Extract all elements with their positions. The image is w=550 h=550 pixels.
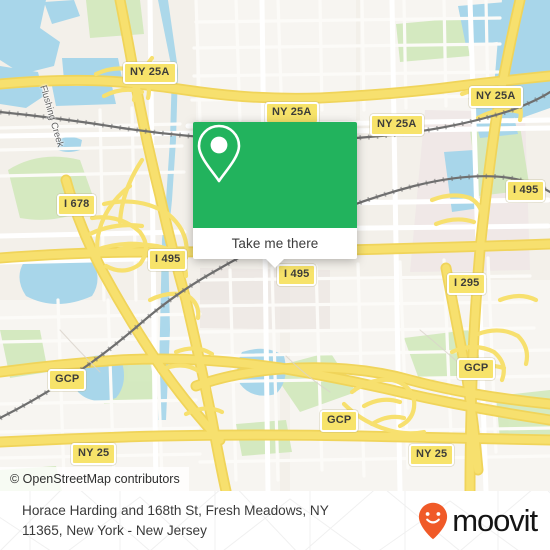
- highway-shield: I 678: [57, 194, 97, 216]
- highway-shield: NY 25A: [469, 86, 523, 108]
- moovit-map-share-card: Flushing Creek NY 25A NY 25A NY 25A NY 25A I…: [0, 0, 550, 550]
- highway-shield: NY 25A: [123, 62, 177, 84]
- highway-shield: I 495: [506, 180, 546, 202]
- highway-shield: GCP: [457, 358, 496, 380]
- take-me-there-label: Take me there: [231, 236, 319, 251]
- map-pin-icon: [197, 124, 241, 183]
- highway-shield: NY 25: [409, 444, 455, 466]
- callout-pin-area: [193, 122, 357, 228]
- highway-shield: GCP: [48, 369, 87, 391]
- highway-shield: NY 25: [71, 443, 117, 465]
- osm-attribution-text: © OpenStreetMap contributors: [10, 472, 180, 486]
- highway-shield: I 295: [447, 273, 487, 295]
- highway-shield: NY 25A: [370, 114, 424, 136]
- map-canvas[interactable]: Flushing Creek NY 25A NY 25A NY 25A NY 25A I…: [0, 0, 550, 491]
- take-me-there-button[interactable]: Take me there: [193, 228, 357, 259]
- address-line-2: 11365, New York - New Jersey: [22, 522, 207, 538]
- osm-attribution[interactable]: © OpenStreetMap contributors: [0, 467, 189, 491]
- address-line-1: Horace Harding and 168th St, Fresh Meado…: [22, 502, 329, 518]
- address-text: Horace Harding and 168th St, Fresh Meado…: [22, 501, 329, 541]
- footer-bar: Horace Harding and 168th St, Fresh Meado…: [0, 491, 550, 550]
- location-callout-card[interactable]: Take me there: [193, 122, 357, 268]
- highway-shield: GCP: [320, 410, 359, 432]
- highway-shield: NY 25A: [265, 102, 319, 124]
- moovit-logo[interactable]: moovit: [418, 502, 538, 540]
- highway-shield: I 495: [148, 249, 188, 271]
- callout-tail: [266, 259, 284, 268]
- moovit-pin-smiley-icon: [419, 502, 448, 539]
- moovit-wordmark: moovit: [452, 503, 538, 538]
